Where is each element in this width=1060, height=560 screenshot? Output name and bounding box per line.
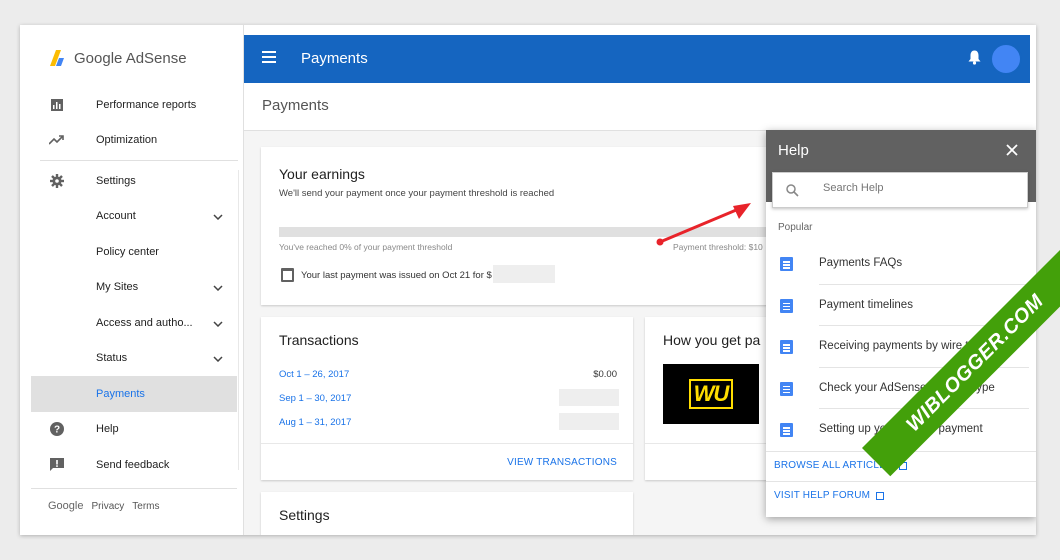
redacted-amount — [559, 389, 619, 406]
document-icon — [780, 340, 793, 354]
sidebar-item-label: Account — [96, 210, 136, 223]
chevron-down-icon — [213, 209, 223, 223]
feedback-icon — [49, 457, 65, 473]
sidebar-item-status[interactable]: Status — [20, 341, 244, 377]
sidebar-item-performance-reports[interactable]: Performance reports — [20, 87, 244, 123]
sidebar-item-label: My Sites — [96, 281, 139, 294]
sidebar-item-help[interactable]: ? Help — [20, 412, 244, 448]
divider — [238, 170, 239, 470]
transaction-period-link[interactable]: Oct 1 – 26, 2017 — [279, 369, 349, 380]
external-link-icon — [876, 491, 885, 500]
sidebar-item-payments[interactable]: Payments — [31, 376, 237, 412]
trending-up-icon — [49, 132, 65, 148]
svg-text:?: ? — [54, 425, 60, 436]
sidebar-item-label: Send feedback — [96, 458, 170, 471]
how-you-get-paid-title: How you get pa — [663, 332, 761, 348]
document-icon — [780, 423, 793, 437]
red-annotation-arrow — [656, 203, 751, 246]
document-icon — [780, 257, 793, 271]
transaction-amount: $0.00 — [593, 369, 617, 380]
sidebar-item-label: Settings — [96, 174, 136, 187]
sidebar-item-label: Status — [96, 352, 128, 365]
adsense-logo[interactable]: Google AdSense — [50, 49, 187, 67]
redacted-amount — [559, 413, 619, 430]
help-article-title: Payment timelines — [819, 298, 913, 311]
threshold-reached-text: You've reached 0% of your payment thresh… — [279, 242, 453, 252]
earnings-title: Your earnings — [279, 166, 365, 182]
chevron-down-icon — [213, 316, 223, 330]
redacted-amount — [493, 265, 555, 283]
how-you-get-paid-card: How you get pa WU — [645, 317, 775, 480]
divider — [645, 443, 775, 444]
sidebar-nav: Performance reports Optimization Setting… — [20, 87, 244, 483]
visit-help-forum-link[interactable]: VISIT HELP FORUM — [774, 490, 885, 501]
gear-icon — [49, 173, 65, 189]
settings-card: Settings — [261, 492, 633, 535]
avatar[interactable] — [990, 43, 1022, 75]
sidebar-item-account[interactable]: Account — [20, 199, 244, 235]
sidebar-item-my-sites[interactable]: My Sites — [20, 270, 244, 306]
sidebar-item-label: Optimization — [96, 134, 158, 147]
sidebar-item-label: Payments — [96, 387, 145, 400]
sidebar-item-settings[interactable]: Settings — [20, 163, 244, 199]
document-icon — [780, 381, 793, 396]
help-article-title: Payments FAQs — [819, 257, 903, 269]
sidebar-item-label: Help — [96, 423, 119, 436]
help-article-item[interactable]: Payments FAQs — [766, 243, 1036, 285]
divider — [261, 443, 633, 444]
sidebar: Google AdSense Performance reports Optim… — [20, 25, 244, 535]
divider — [40, 160, 238, 161]
sidebar-item-access-and-authorization[interactable]: Access and autho... — [20, 305, 244, 341]
sidebar-item-send-feedback[interactable]: Send feedback — [20, 447, 244, 483]
chevron-down-icon — [213, 351, 223, 365]
help-title: Help — [778, 142, 809, 159]
bar-chart-icon — [49, 97, 65, 113]
visit-help-forum-label: VISIT HELP FORUM — [774, 490, 871, 501]
document-icon — [780, 298, 793, 313]
hamburger-menu-icon[interactable] — [262, 51, 276, 63]
topbar-title: Payments — [301, 50, 368, 67]
page-title: Payments — [262, 97, 329, 114]
sidebar-item-optimization[interactable]: Optimization — [20, 123, 244, 159]
footer-google[interactable]: Google — [48, 500, 83, 512]
transactions-card: Transactions Oct 1 – 26, 2017 $0.00 Sep … — [261, 317, 633, 480]
divider — [766, 481, 1036, 482]
help-search-box — [772, 172, 1028, 208]
western-union-logo-text: WU — [688, 379, 734, 409]
sidebar-item-policy-center[interactable]: Policy center — [20, 234, 244, 270]
help-search-input[interactable] — [823, 182, 1013, 194]
help-article-item[interactable]: Check your AdSense account type — [766, 368, 1036, 409]
transactions-title: Transactions — [279, 332, 359, 348]
sidebar-item-label: Performance reports — [96, 98, 197, 111]
footer-terms-link[interactable]: Terms — [132, 501, 159, 512]
footer-privacy-link[interactable]: Privacy — [91, 501, 124, 512]
sidebar-item-label: Policy center — [96, 245, 159, 258]
logo-text: Google AdSense — [74, 49, 187, 67]
last-payment-text: Your last payment was issued on Oct 21 f… — [301, 270, 492, 281]
transaction-period-link[interactable]: Aug 1 – 31, 2017 — [279, 417, 351, 428]
close-icon[interactable] — [1006, 140, 1018, 161]
divider — [31, 488, 237, 489]
view-transactions-button[interactable]: VIEW TRANSACTIONS — [507, 457, 617, 468]
popular-heading: Popular — [778, 222, 813, 233]
earnings-subtitle: We'll send your payment once your paymen… — [279, 188, 555, 199]
western-union-logo: WU — [663, 364, 759, 424]
transaction-period-link[interactable]: Sep 1 – 30, 2017 — [279, 393, 351, 404]
calendar-icon — [281, 268, 294, 282]
bell-icon[interactable] — [968, 50, 981, 69]
search-icon — [786, 184, 799, 202]
chevron-down-icon — [213, 280, 223, 294]
sidebar-item-label: Access and autho... — [96, 316, 193, 329]
help-circle-icon: ? — [49, 421, 65, 437]
top-app-bar: Payments — [244, 35, 1030, 83]
sidebar-footer: Google Privacy Terms — [48, 500, 160, 512]
settings-title: Settings — [279, 507, 330, 523]
adsense-logo-icon — [50, 50, 64, 66]
